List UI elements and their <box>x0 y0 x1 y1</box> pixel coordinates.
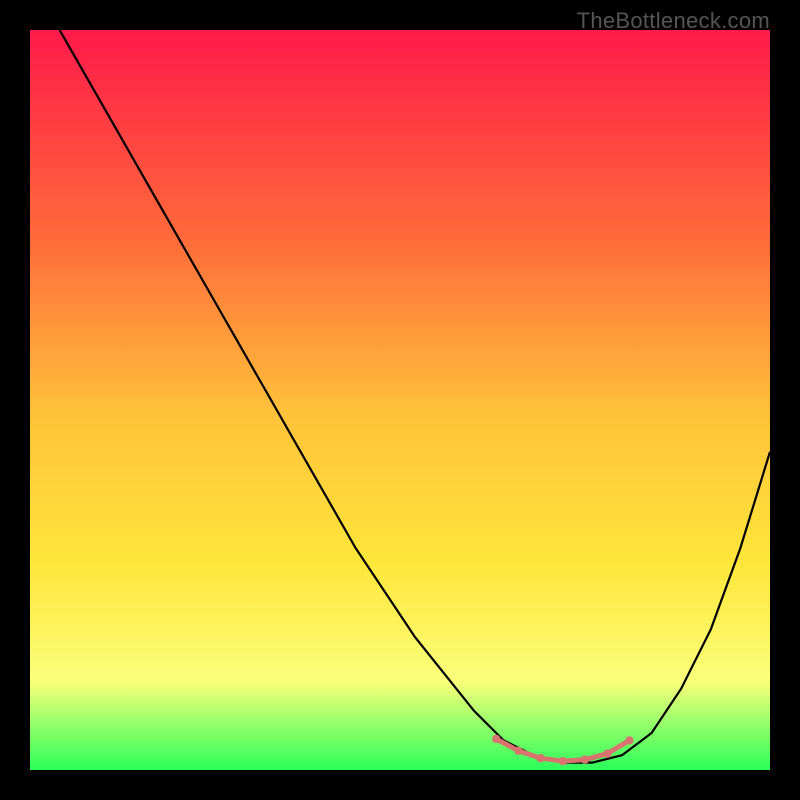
optimal-marker <box>492 735 500 743</box>
optimal-marker <box>536 754 544 762</box>
chart-plot-area <box>30 30 770 770</box>
bottleneck-curve <box>30 30 770 770</box>
optimal-marker <box>559 757 567 765</box>
optimal-marker <box>625 736 633 744</box>
optimal-marker <box>603 750 611 758</box>
optimal-marker <box>581 755 589 763</box>
optimal-marker <box>514 747 522 755</box>
optimal-range-markers <box>492 735 634 766</box>
